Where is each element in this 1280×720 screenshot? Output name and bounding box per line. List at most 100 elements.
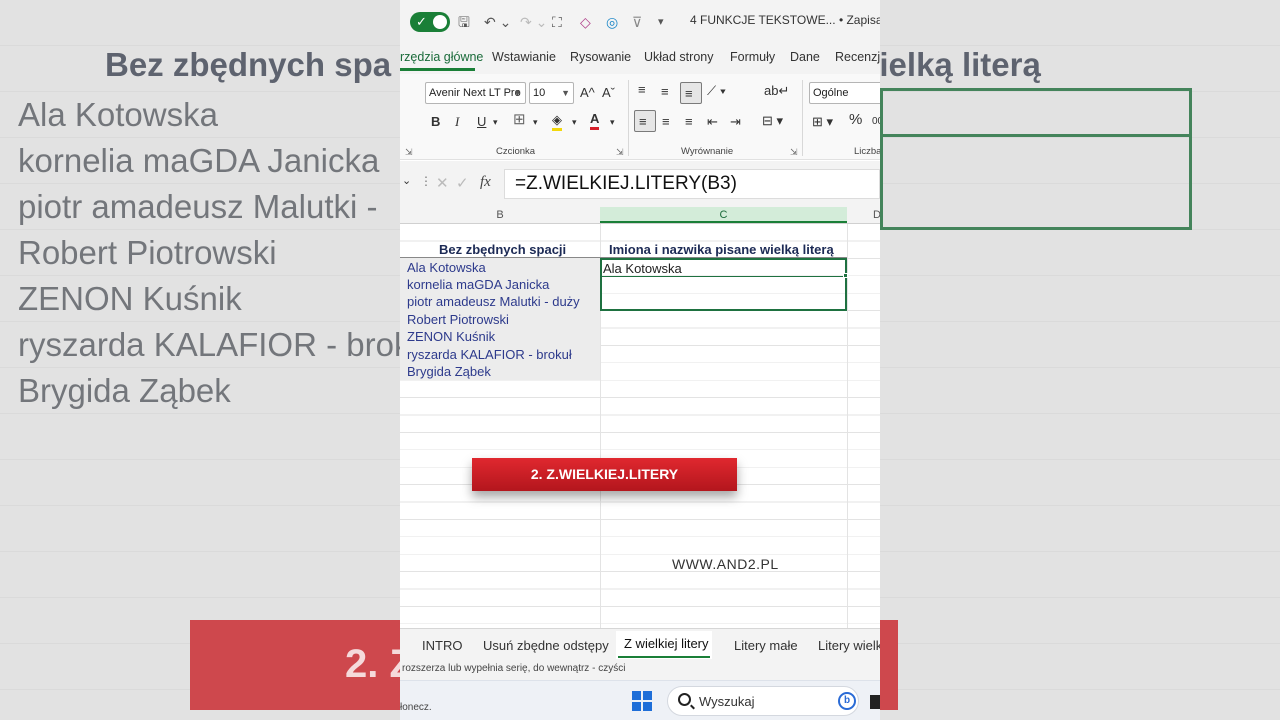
- windows-logo-tile: [643, 691, 652, 700]
- font-name-select[interactable]: Avenir Next LT Pro ▼: [425, 82, 526, 104]
- number-format-select[interactable]: Ogólne: [809, 82, 880, 104]
- bing-icon[interactable]: b: [838, 692, 856, 710]
- ribbon-tabs: rzędzia główne Wstawianie Rysowanie Ukła…: [400, 44, 880, 74]
- fill-handle[interactable]: [843, 273, 848, 278]
- document-title[interactable]: 4 FUNKCJE TEKSTOWE... • Zapisano ⌄: [690, 13, 880, 27]
- chevron-down-icon[interactable]: ▾: [533, 114, 538, 130]
- chevron-down-icon[interactable]: ⌄: [402, 174, 411, 187]
- decimals-icon[interactable]: 00: [872, 114, 880, 130]
- customize-chevron-icon[interactable]: ▾: [658, 12, 664, 32]
- chevron-down-icon[interactable]: ▾: [493, 114, 498, 130]
- touch-mode-icon[interactable]: ⛶: [552, 12, 562, 32]
- align-left-icon: ≡: [639, 114, 647, 129]
- align-center-icon[interactable]: ≡: [662, 114, 670, 130]
- header-cell-b[interactable]: Bez zbędnych spacji: [439, 242, 566, 257]
- save-icon[interactable]: 🖫: [458, 12, 470, 32]
- column-header-b[interactable]: B: [400, 207, 600, 223]
- name-cell[interactable]: kornelia maGDA Janicka: [407, 277, 549, 292]
- confirm-icon[interactable]: ✓: [456, 174, 469, 192]
- formula-input[interactable]: =Z.WIELKIEJ.LITERY(B3): [504, 169, 880, 199]
- cancel-icon[interactable]: ✕: [436, 174, 449, 192]
- align-right-icon[interactable]: ≡: [685, 114, 693, 130]
- shrink-font-icon[interactable]: Aˇ: [602, 85, 615, 101]
- chevron-down-icon: ▼: [513, 88, 522, 98]
- decrease-indent-icon[interactable]: ⇤: [707, 114, 718, 130]
- chevron-down-icon[interactable]: ▾: [610, 114, 615, 130]
- tab-review[interactable]: Recenzja: [835, 50, 880, 64]
- font-size-select[interactable]: 10 ▼: [529, 82, 574, 104]
- formula-bar: ⌄ ⋮ ✕ ✓ fx =Z.WIELKIEJ.LITERY(B3): [400, 161, 880, 207]
- undo-icon[interactable]: ↶ ⌄: [484, 12, 511, 32]
- tab-page-layout[interactable]: Układ strony: [644, 50, 713, 64]
- tab-home[interactable]: rzędzia główne: [400, 50, 483, 64]
- insert-function-icon[interactable]: fx: [480, 174, 491, 191]
- active-cell-border: [600, 258, 847, 277]
- sheet-tab-capitalize[interactable]: Z wielkiej litery: [624, 636, 709, 651]
- ribbon-separator: [628, 80, 629, 156]
- check-icon: ✓: [416, 14, 427, 29]
- group-label-alignment: Wyrównanie: [681, 146, 734, 157]
- taskbar: łonecz. Wyszukaj b: [400, 680, 880, 720]
- align-top-icon[interactable]: ≡: [638, 82, 646, 98]
- filter-icon[interactable]: ⊽: [632, 12, 642, 32]
- search-icon: [678, 693, 691, 706]
- dialog-launcher-icon[interactable]: ⇲: [616, 144, 624, 160]
- ribbon-separator: [802, 80, 803, 156]
- header-cell-c[interactable]: Imiona i nazwika pisane wielką literą: [609, 242, 834, 257]
- eraser-icon[interactable]: ◇: [580, 12, 591, 32]
- font-color-icon[interactable]: A: [590, 111, 600, 130]
- percent-icon[interactable]: %: [849, 112, 862, 128]
- excel-window: ✓ 🖫 ↶ ⌄ ↷ ⌄ ⛶ ◇ ◎ ⊽ ▾ 4 FUNKCJE TEKSTOWE…: [400, 0, 880, 720]
- autosave-toggle[interactable]: ✓: [410, 12, 450, 32]
- underline-button[interactable]: U: [477, 114, 486, 130]
- tab-insert[interactable]: Wstawianie: [492, 50, 556, 64]
- sheet-tab-remove-spaces[interactable]: Usuń zbędne odstępy: [483, 638, 609, 653]
- fill-color-icon[interactable]: ◈: [552, 112, 562, 131]
- more-icon[interactable]: ⋮: [420, 174, 432, 188]
- grow-font-icon[interactable]: A^: [580, 85, 595, 101]
- sheet-tabs: INTRO Usuń zbędne odstępy Z wielkiej lit…: [400, 628, 880, 660]
- name-cell[interactable]: ZENON Kuśnik: [407, 329, 495, 344]
- chevron-down-icon[interactable]: ▾: [572, 114, 577, 130]
- tab-formulas[interactable]: Formuły: [730, 50, 775, 64]
- search-placeholder: Wyszukaj: [699, 694, 755, 709]
- borders-icon[interactable]: ⊞: [513, 112, 526, 128]
- name-cell[interactable]: Robert Piotrowski: [407, 312, 509, 327]
- italic-button[interactable]: I: [455, 114, 459, 130]
- bold-button[interactable]: B: [431, 114, 440, 130]
- name-cell[interactable]: Ala Kotowska: [407, 260, 486, 275]
- wrap-text-icon[interactable]: ab↵: [764, 83, 789, 99]
- windows-start-icon[interactable]: [632, 691, 652, 711]
- windows-logo-tile: [632, 702, 641, 711]
- taskbar-search[interactable]: Wyszukaj b: [667, 686, 859, 716]
- align-middle-icon[interactable]: ≡: [661, 84, 669, 100]
- sheet-tab-lowercase[interactable]: Litery małe: [734, 638, 798, 653]
- formula-text: =Z.WIELKIEJ.LITERY(B3): [515, 173, 737, 194]
- accounting-format-icon[interactable]: ⊞ ▾: [812, 114, 833, 130]
- orientation-icon[interactable]: ⟋ ▾: [707, 83, 726, 99]
- name-cell[interactable]: ryszarda KALAFIOR - brokuł: [407, 347, 572, 362]
- weather-text: łonecz.: [400, 702, 432, 713]
- redo-icon[interactable]: ↷ ⌄: [520, 12, 547, 32]
- status-bar: rozszerza lub wypełnia serię, do wewnątr…: [400, 660, 880, 680]
- tab-data[interactable]: Dane: [790, 50, 820, 64]
- circle-icon[interactable]: ◎: [606, 12, 618, 32]
- column-header-d[interactable]: D: [847, 207, 880, 223]
- taskbar-app-icon[interactable]: [870, 695, 880, 709]
- sheet-tab-intro[interactable]: INTRO: [422, 638, 462, 653]
- dialog-launcher-icon[interactable]: ⇲: [405, 144, 413, 160]
- dialog-launcher-icon[interactable]: ⇲: [790, 144, 798, 160]
- video-frame: Bez zbędnych spa Ala Kotowska kornelia m…: [0, 0, 1280, 720]
- name-cell[interactable]: piotr amadeusz Malutki - duży: [407, 294, 580, 309]
- increase-indent-icon[interactable]: ⇥: [730, 114, 741, 130]
- document-name: 4 FUNKCJE TEKSTOWE...: [690, 13, 836, 27]
- align-left-button[interactable]: ≡: [634, 110, 656, 132]
- column-headers: B C D: [400, 207, 880, 224]
- merge-cells-icon[interactable]: ⊟ ▾: [762, 113, 783, 129]
- name-cell[interactable]: Brygida Ząbek: [407, 364, 491, 379]
- ribbon: Avenir Next LT Pro ▼ 10 ▼ A^ Aˇ B I U ▾ …: [400, 74, 880, 160]
- column-header-c[interactable]: C: [600, 207, 847, 223]
- align-bottom-button[interactable]: ≡: [680, 82, 702, 104]
- tab-draw[interactable]: Rysowanie: [570, 50, 631, 64]
- sheet-tab-uppercase[interactable]: Litery wielk: [818, 638, 880, 653]
